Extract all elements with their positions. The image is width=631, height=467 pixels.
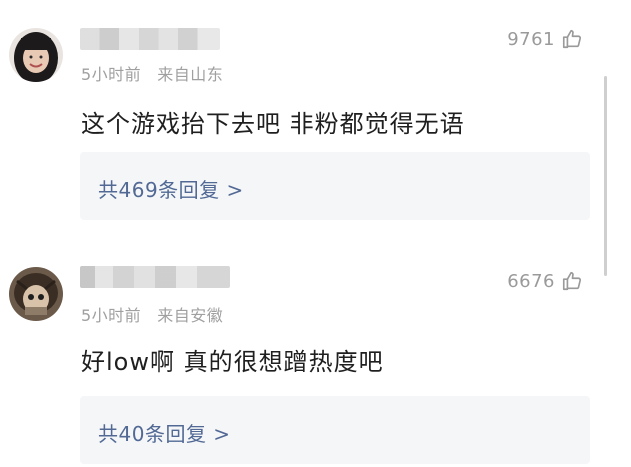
comment-meta: 5小时前 来自山东 xyxy=(81,61,223,85)
thumbs-up-icon xyxy=(561,28,583,50)
comment-meta: 5小时前 来自安徽 xyxy=(81,302,223,326)
avatar[interactable] xyxy=(9,267,63,321)
username-blurred[interactable] xyxy=(80,28,220,50)
comment-text: 这个游戏抬下去吧 非粉都觉得无语 xyxy=(81,110,465,138)
scrollbar[interactable] xyxy=(604,76,607,276)
comment-location: 来自安徽 xyxy=(157,306,224,325)
thumbs-up-icon xyxy=(561,270,583,292)
view-replies-link[interactable]: 共40条回复 > xyxy=(98,418,231,447)
replies-box[interactable]: 共40条回复 > xyxy=(80,396,590,464)
comment-time: 5小时前 xyxy=(81,65,142,84)
avatar[interactable] xyxy=(9,28,63,82)
comment-item: 5小时前 来自安徽 6676 好low啊 真的很想蹭热度吧 共40条回复 > xyxy=(0,240,631,467)
comment-list: 5小时前 来自山东 9761 这个游戏抬下去吧 非粉都觉得无语 共469条回复 > xyxy=(0,0,631,467)
like-count: 6676 xyxy=(507,270,555,292)
comment-item: 5小时前 来自山东 9761 这个游戏抬下去吧 非粉都觉得无语 共469条回复 > xyxy=(0,0,631,240)
comment-text: 好low啊 真的很想蹭热度吧 xyxy=(81,348,384,376)
like-button[interactable]: 6676 xyxy=(507,270,583,292)
comment-location: 来自山东 xyxy=(157,65,224,84)
like-count: 9761 xyxy=(507,28,555,50)
view-replies-link[interactable]: 共469条回复 > xyxy=(98,174,244,203)
comment-time: 5小时前 xyxy=(81,306,142,325)
like-button[interactable]: 9761 xyxy=(507,28,583,50)
username-blurred[interactable] xyxy=(80,266,230,288)
replies-box[interactable]: 共469条回复 > xyxy=(80,152,590,220)
